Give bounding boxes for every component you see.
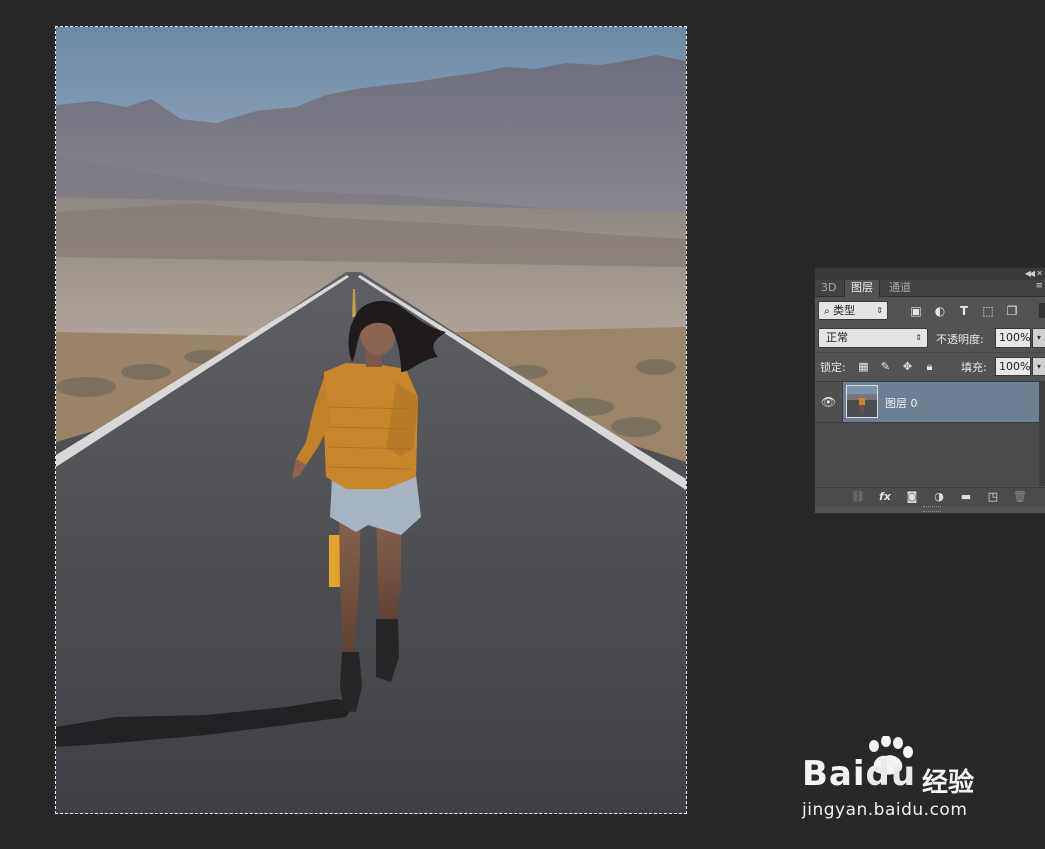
updown-arrow-icon: ⇕ (876, 306, 883, 315)
smart-object-filter-icon[interactable]: ❐ (1005, 304, 1019, 318)
watermark-brand: Baidu (802, 754, 916, 794)
image-filter-icon[interactable]: ▣ (909, 304, 923, 318)
filter-row: ⌕ 类型 ⇕ ▣ ◐ T ⬚ ❐ (815, 297, 1045, 325)
thumbnail-image (847, 386, 877, 417)
baidu-watermark: Baidu 经验 jingyan.baidu.com (800, 736, 1000, 831)
photo-running-woman (56, 27, 686, 814)
layers-list: 👁︎ 图层 0 (815, 381, 1045, 486)
lock-position-icon[interactable]: ✥ (901, 360, 914, 373)
fx-icon[interactable]: fx (878, 490, 892, 504)
visibility-eye-icon[interactable]: 👁︎ (815, 382, 843, 422)
layer-filter-select[interactable]: ⌕ 类型 ⇕ (818, 301, 888, 320)
layers-bottom-bar: ⛓ fx ◙ ◑ ▬ ◳ 🗑︎ (815, 487, 1045, 507)
opacity-input[interactable]: 100% (995, 328, 1031, 348)
layer-thumbnail[interactable] (846, 385, 878, 418)
blend-row: 正常 ⇕ 不透明度: 100% ▾ (815, 325, 1045, 352)
fill-label: 填充: (961, 361, 987, 374)
close-panel-icon[interactable]: ✕ (1036, 268, 1043, 280)
fill-input[interactable]: 100% (995, 357, 1031, 376)
panel-title-bar[interactable]: ◀◀ ✕ (815, 268, 1045, 280)
document-canvas[interactable] (56, 27, 686, 814)
lock-label: 锁定: (820, 361, 846, 374)
watermark-cn: 经验 (922, 768, 975, 798)
panel-menu-icon[interactable]: ≡ (1035, 281, 1043, 291)
delete-layer-icon[interactable]: 🗑︎ (1013, 490, 1027, 504)
add-mask-icon[interactable]: ◙ (905, 490, 919, 504)
filter-toggle[interactable] (1039, 303, 1045, 318)
layers-scrollbar[interactable] (1039, 382, 1045, 486)
blend-mode-select[interactable]: 正常 ⇕ (818, 328, 928, 348)
opacity-dropdown-icon[interactable]: ▾ (1032, 328, 1045, 348)
lock-all-icon[interactable]: 🔒︎ (923, 360, 936, 373)
layer-row[interactable]: 👁︎ 图层 0 (815, 382, 1040, 423)
lock-paint-icon[interactable]: ✎ (879, 360, 892, 373)
watermark-url: jingyan.baidu.com (802, 800, 968, 820)
collapse-panel-icon[interactable]: ◀◀ (1025, 268, 1035, 280)
type-filter-icon[interactable]: T (957, 304, 971, 318)
updown-arrow-icon: ⇕ (915, 333, 922, 342)
new-group-icon[interactable]: ▬ (959, 490, 973, 504)
tab-3d[interactable]: 3D (815, 280, 842, 296)
filter-select-value: 类型 (833, 304, 856, 317)
tab-layers[interactable]: 图层 (844, 280, 880, 297)
search-icon: ⌕ (824, 306, 830, 317)
new-layer-icon[interactable]: ◳ (986, 490, 1000, 504)
lock-transparent-icon[interactable]: ▦ (857, 360, 870, 373)
blend-mode-value: 正常 (826, 331, 848, 344)
tab-channels[interactable]: 通道 (883, 280, 917, 296)
adjustment-layer-icon[interactable]: ◑ (932, 490, 946, 504)
watermark-brand-left: Bai (802, 754, 866, 794)
layers-panel: ◀◀ ✕ 3D 图层 通道 ≡ ⌕ 类型 ⇕ ▣ ◐ T ⬚ ❐ 正常 ⇕ 不透… (814, 267, 1045, 513)
link-layers-icon[interactable]: ⛓ (851, 490, 865, 504)
panel-tabs: 3D 图层 通道 ≡ (815, 280, 1045, 297)
watermark-brand-right: du (865, 754, 917, 794)
opacity-label: 不透明度: (936, 333, 984, 346)
panel-resize-grip[interactable] (923, 506, 941, 512)
adjustment-filter-icon[interactable]: ◐ (933, 304, 947, 318)
fill-dropdown-icon[interactable]: ▾ (1032, 357, 1045, 376)
lock-row: 锁定: ▦ ✎ ✥ 🔒︎ 填充: 100% ▾ (815, 352, 1045, 381)
layer-name[interactable]: 图层 0 (885, 395, 918, 411)
shape-filter-icon[interactable]: ⬚ (981, 304, 995, 318)
